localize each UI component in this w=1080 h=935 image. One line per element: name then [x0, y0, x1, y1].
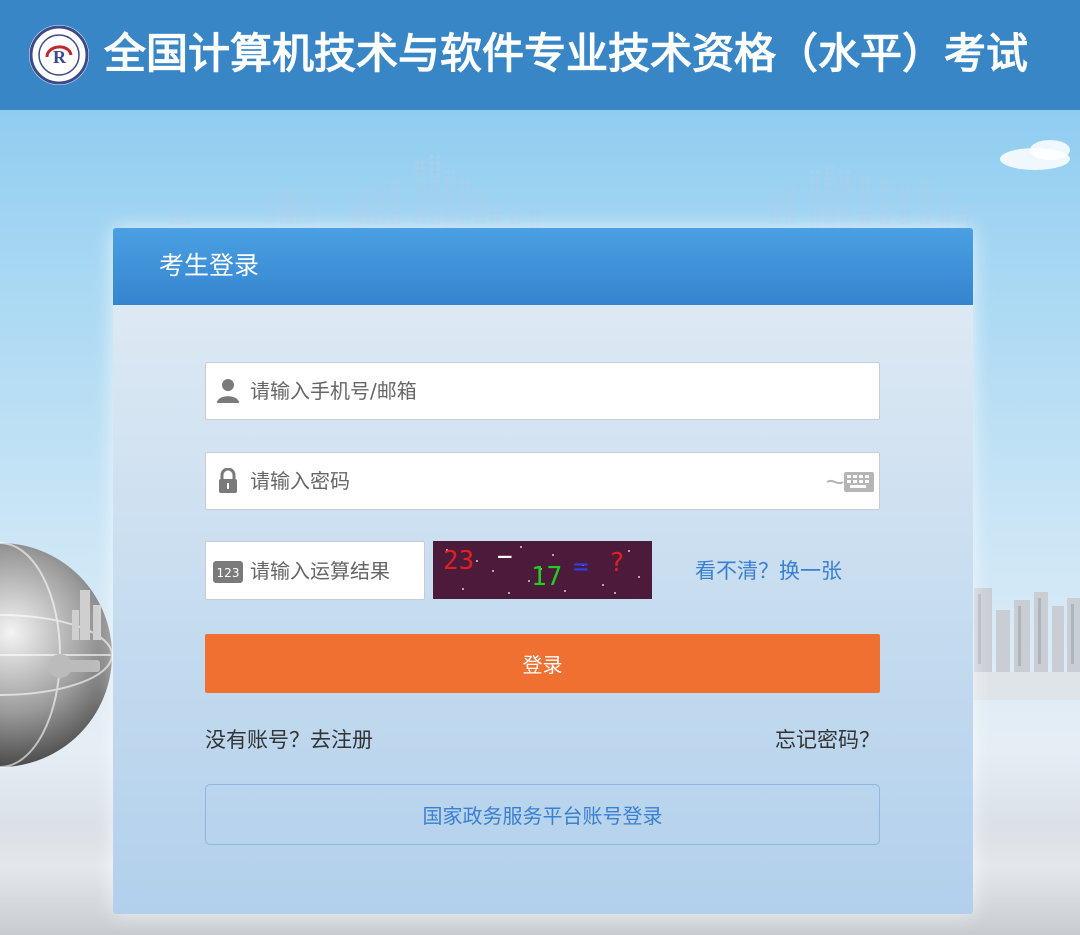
captcha-field: 123 — [205, 541, 425, 600]
captcha-input[interactable] — [250, 542, 420, 599]
city-skyline-decoration — [170, 150, 1010, 234]
captcha-number-b: 17 — [531, 562, 562, 592]
username-input[interactable] — [250, 363, 810, 419]
login-title: 考生登录 — [159, 251, 260, 280]
exam-logo-icon: R — [29, 25, 89, 85]
username-field — [205, 362, 880, 420]
cloud-decoration — [1030, 140, 1070, 160]
captcha-number-a: 23 — [443, 546, 474, 576]
captcha-image[interactable]: 23 − 17 = ? — [433, 541, 652, 599]
site-title: 全国计算机技术与软件专业技术资格（水平）考试 — [104, 29, 1029, 78]
globe-decoration — [0, 530, 120, 784]
login-button[interactable]: 登录 — [205, 634, 880, 693]
forgot-password-link[interactable]: 忘记密码？ — [775, 725, 880, 755]
keyboard-icon[interactable] — [825, 470, 875, 494]
buildings-decoration — [972, 580, 1080, 704]
number-123-icon: 123 — [213, 561, 243, 583]
svg-text:R: R — [53, 47, 67, 67]
register-link[interactable]: 没有账号？去注册 — [205, 725, 373, 755]
captcha-equals: = — [573, 552, 589, 582]
gov-platform-login-button[interactable]: 国家政务服务平台账号登录 — [205, 784, 880, 845]
login-card-header: 考生登录 — [113, 228, 973, 305]
captcha-question: ? — [609, 548, 625, 578]
password-field — [205, 452, 880, 510]
user-icon — [216, 378, 240, 404]
captcha-operator: − — [497, 542, 513, 572]
captcha-refresh-link[interactable]: 看不清？换一张 — [695, 556, 842, 586]
login-card: 考生登录 请输入手机号/邮箱 123 请输入运算结果 23 − 17 = ? 看… — [113, 228, 973, 914]
site-header: R 全国计算机技术与软件专业技术资格（水平）考试 — [0, 0, 1080, 110]
password-input[interactable] — [250, 453, 810, 509]
svg-text:123: 123 — [217, 566, 240, 580]
lock-icon — [216, 467, 240, 494]
